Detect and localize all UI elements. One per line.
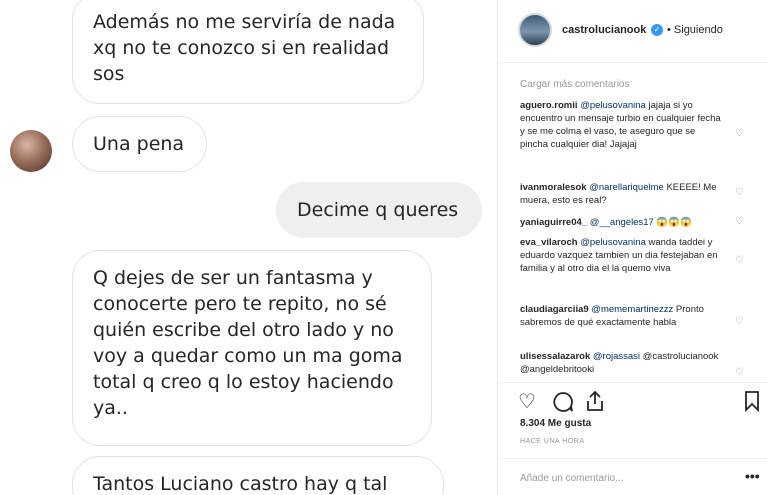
comment-user[interactable]: eva_vilaroch bbox=[520, 237, 578, 248]
add-comment-input[interactable]: Añade un comentario... bbox=[520, 473, 623, 484]
load-more-comments[interactable]: Cargar más comentarios bbox=[520, 79, 629, 90]
like-comment-heart-icon[interactable]: ♡ bbox=[735, 216, 744, 227]
like-comment-heart-icon[interactable]: ♡ bbox=[735, 367, 744, 378]
chat-panel: Además no me serviría de nada xq no te c… bbox=[0, 0, 497, 495]
post-time: HACE UNA HORA bbox=[520, 438, 585, 445]
like-comment-heart-icon[interactable]: ♡ bbox=[735, 316, 744, 327]
message-bubble-3: Decime q queres bbox=[276, 182, 482, 238]
message-text-5: Tantos Luciano castro hay q tal bbox=[93, 473, 388, 495]
share-icon[interactable] bbox=[585, 390, 605, 412]
message-bubble-5: Tantos Luciano castro hay q tal bbox=[72, 456, 444, 495]
message-bubble-2: Una pena bbox=[72, 116, 207, 172]
comment-user[interactable]: ulisessalazarok bbox=[520, 351, 590, 362]
comment-text: 😱😱😱 bbox=[656, 217, 692, 228]
message-text-3: Decime q queres bbox=[297, 199, 459, 221]
comment-mention[interactable]: @narellariquelme bbox=[589, 182, 664, 193]
comment-mention[interactable]: @pelusovanina bbox=[580, 237, 646, 248]
comment-user[interactable]: yaniaguirre04_ bbox=[520, 217, 587, 228]
comment-item: ivanmoralesok @narellariquelme KEEEE! Me… bbox=[520, 181, 725, 207]
comment-mention[interactable]: @rojassasi bbox=[593, 351, 640, 362]
message-bubble-1: Además no me serviría de nada xq no te c… bbox=[72, 0, 424, 104]
like-comment-heart-icon[interactable]: ♡ bbox=[735, 187, 744, 198]
comment-item: eva_vilaroch @pelusovanina wanda taddei … bbox=[520, 236, 725, 275]
comment-user[interactable]: aguero.romii bbox=[520, 100, 578, 111]
comment-item: yaniaguirre04_ @__angeles17 😱😱😱 bbox=[520, 216, 725, 229]
comment-item: claudiagarciia9 @mememartinezzz Pronto s… bbox=[520, 303, 725, 329]
comment-icon[interactable] bbox=[552, 391, 574, 413]
comment-mention[interactable]: @__angeles17 bbox=[590, 217, 654, 228]
message-text-2: Una pena bbox=[93, 133, 185, 155]
more-options-icon[interactable]: ••• bbox=[745, 468, 760, 484]
comment-divider bbox=[498, 458, 767, 459]
likes-count[interactable]: 8.304 Me gusta bbox=[520, 418, 591, 429]
author-avatar[interactable] bbox=[518, 13, 552, 47]
message-bubble-4: Q dejes de ser un fantasma y conocerte p… bbox=[72, 250, 432, 446]
like-comment-heart-icon[interactable]: ♡ bbox=[735, 255, 744, 266]
bookmark-icon[interactable] bbox=[744, 390, 760, 412]
comment-mention[interactable]: @mememartinezzz bbox=[591, 304, 673, 315]
author-username[interactable]: castrolucianook bbox=[562, 24, 646, 36]
follow-status[interactable]: • Siguiendo bbox=[667, 24, 723, 36]
contact-avatar[interactable] bbox=[10, 130, 52, 172]
message-text-1: Además no me serviría de nada xq no te c… bbox=[93, 11, 396, 85]
comment-user[interactable]: ivanmoralesok bbox=[520, 182, 587, 193]
post-header: castrolucianook ✓ • Siguiendo bbox=[498, 0, 767, 63]
like-comment-heart-icon[interactable]: ♡ bbox=[735, 128, 744, 139]
comment-mention[interactable]: @pelusovanina bbox=[580, 100, 646, 111]
comment-user[interactable]: claudiagarciia9 bbox=[520, 304, 589, 315]
heart-icon[interactable]: ♡ bbox=[518, 389, 536, 414]
comment-item: aguero.romii @pelusovanina jajaja si yo … bbox=[520, 99, 725, 151]
comment-item: ulisessalazarok @rojassasi @castrolucian… bbox=[520, 350, 725, 376]
message-text-4: Q dejes de ser un fantasma y conocerte p… bbox=[93, 267, 403, 419]
post-panel: castrolucianook ✓ • Siguiendo Cargar más… bbox=[498, 0, 767, 495]
actions-divider bbox=[498, 382, 767, 383]
verified-icon: ✓ bbox=[651, 24, 663, 36]
